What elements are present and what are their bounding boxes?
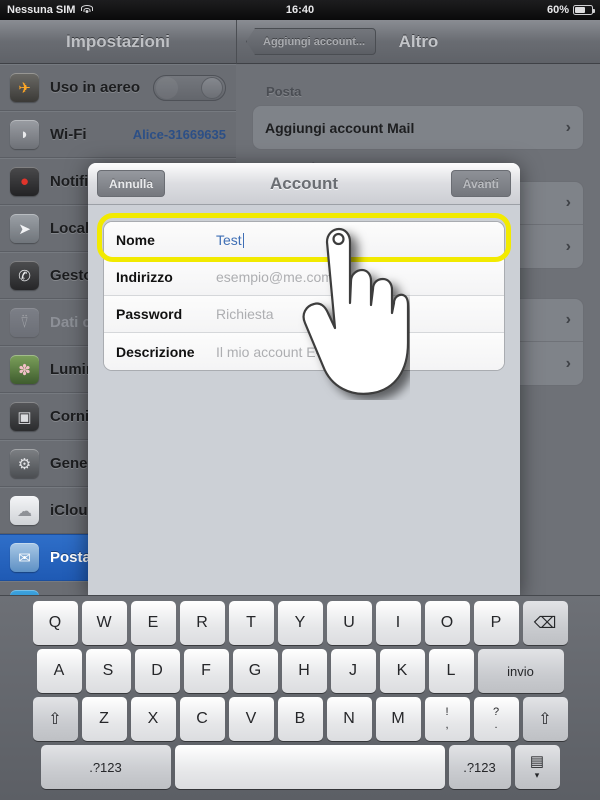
key-c[interactable]: C: [179, 697, 225, 741]
battery-percent-label: 60%: [546, 4, 569, 16]
key-y[interactable]: Y: [277, 601, 323, 645]
key-k[interactable]: K: [379, 649, 425, 693]
keyboard-row: ⇧ Z X C V B N M!,?. ⇧: [3, 697, 597, 741]
phone-icon: ✆: [10, 261, 39, 290]
keyboard-row: A S D F G H J K Linvio: [3, 649, 597, 693]
space-key[interactable]: [174, 745, 445, 789]
chevron-right-icon: ›: [565, 194, 571, 211]
chevron-down-icon: ▾: [534, 769, 540, 780]
settings-nav-bar: Impostazioni: [0, 20, 236, 64]
wifi-icon: ◗: [10, 120, 39, 149]
next-button[interactable]: Avanti: [450, 170, 511, 197]
key-f[interactable]: F: [183, 649, 229, 693]
key-d[interactable]: D: [134, 649, 180, 693]
sidebar-item-value: Alice-31669635: [132, 127, 226, 142]
return-key[interactable]: invio: [477, 649, 564, 693]
key-t[interactable]: T: [228, 601, 274, 645]
mail-icon: ✉: [10, 543, 39, 572]
form-label: Nome: [116, 232, 155, 248]
key-v[interactable]: V: [228, 697, 274, 741]
detail-nav-bar: Aggiungi account... Altro: [236, 20, 600, 64]
form-value: Test: [216, 232, 242, 248]
settings-title: Impostazioni: [66, 31, 170, 51]
notifications-icon: ●: [10, 167, 39, 196]
key-e[interactable]: E: [130, 601, 176, 645]
key-lower-glyph: ,: [445, 719, 449, 731]
status-bar: Nessuna SIM 16:40 60%: [0, 0, 600, 20]
settings-group: Aggiungi account Mail ›: [252, 105, 584, 150]
key-h[interactable]: H: [281, 649, 327, 693]
backspace-key[interactable]: ⌫: [522, 601, 568, 645]
key-g[interactable]: G: [232, 649, 278, 693]
key-upper-glyph: ?: [492, 706, 500, 719]
key-u[interactable]: U: [326, 601, 372, 645]
key-i[interactable]: I: [375, 601, 421, 645]
sidebar-item-uso-in-aereo[interactable]: ✈ Uso in aereo: [0, 64, 236, 111]
cellular-icon: ⍢: [10, 308, 39, 337]
clock-label: 16:40: [285, 4, 315, 16]
key-o[interactable]: O: [424, 601, 470, 645]
sidebar-item-wi-fi[interactable]: ◗ Wi-Fi Alice-31669635: [0, 111, 236, 158]
key-z[interactable]: Z: [81, 697, 127, 741]
numeric-right-key[interactable]: .?123: [448, 745, 511, 789]
key-w[interactable]: W: [81, 601, 127, 645]
chevron-right-icon: ›: [565, 311, 571, 328]
key-a[interactable]: A: [36, 649, 82, 693]
form-label: Password: [116, 306, 183, 322]
airplane-mode-toggle[interactable]: [153, 74, 226, 101]
shift-left-key[interactable]: ⇧: [32, 697, 78, 741]
hide-keyboard-key[interactable]: ▤ ▾: [514, 745, 560, 789]
form-label: Descrizione: [116, 343, 195, 360]
numeric-left-key[interactable]: .?123: [40, 745, 171, 789]
section-header: Posta: [266, 84, 302, 99]
key-upper-glyph: !: [445, 706, 449, 719]
icloud-icon: ☁: [10, 496, 39, 525]
sidebar-item-label: Wi-Fi: [50, 126, 87, 143]
onscreen-keyboard[interactable]: Q W E R T Y U I O P ⌫ A S D F G H J K Linvio ⇧ Z X C V B N M!,?. ⇧.?…: [0, 595, 600, 800]
key-l[interactable]: L: [428, 649, 474, 693]
keyboard-row: Q W E R T Y U I O P ⌫: [3, 601, 597, 645]
location-icon: ➤: [10, 214, 39, 243]
modal-title-bar: Annulla Account Avanti: [88, 163, 520, 205]
cancel-button[interactable]: Annulla: [97, 170, 165, 197]
chevron-right-icon: ›: [565, 118, 571, 136]
hand-pointer-icon: [302, 227, 410, 395]
sidebar-item-label: Uso in aereo: [50, 79, 141, 96]
key-lower-glyph: .: [494, 719, 498, 731]
form-label: Indirizzo: [116, 269, 173, 285]
key-b[interactable]: B: [277, 697, 323, 741]
form-placeholder: Richiesta: [216, 306, 274, 322]
key-r[interactable]: R: [179, 601, 225, 645]
exclamation-comma-key[interactable]: !,: [424, 697, 470, 741]
key-m[interactable]: M: [375, 697, 421, 741]
key-s[interactable]: S: [85, 649, 131, 693]
settings-row[interactable]: Aggiungi account Mail ›: [253, 106, 583, 149]
shift-right-key[interactable]: ⇧: [522, 697, 568, 741]
back-button[interactable]: Aggiungi account...: [246, 28, 377, 55]
chevron-right-icon: ›: [565, 237, 571, 255]
key-n[interactable]: N: [326, 697, 372, 741]
text-caret: [242, 232, 245, 248]
key-x[interactable]: X: [130, 697, 176, 741]
key-q[interactable]: Q: [32, 601, 78, 645]
key-j[interactable]: J: [330, 649, 376, 693]
navigation-bars: Impostazioni Aggiungi account... Altro: [0, 20, 600, 64]
status-bar-right: 60%: [546, 4, 596, 16]
brightness-icon: ✽: [10, 355, 39, 384]
key-p[interactable]: P: [473, 601, 519, 645]
keyboard-icon: ▤: [529, 752, 545, 770]
settings-row-label: Aggiungi account Mail: [265, 119, 415, 136]
picture-frame-icon: ▣: [10, 402, 39, 431]
question-period-key[interactable]: ?.: [473, 697, 519, 741]
keyboard-row: .?123 .?123 ▤ ▾: [3, 745, 597, 789]
gear-icon: ⚙: [10, 449, 39, 478]
airplane-icon: ✈: [10, 73, 39, 102]
chevron-right-icon: ›: [565, 354, 571, 372]
battery-icon: [573, 5, 596, 15]
